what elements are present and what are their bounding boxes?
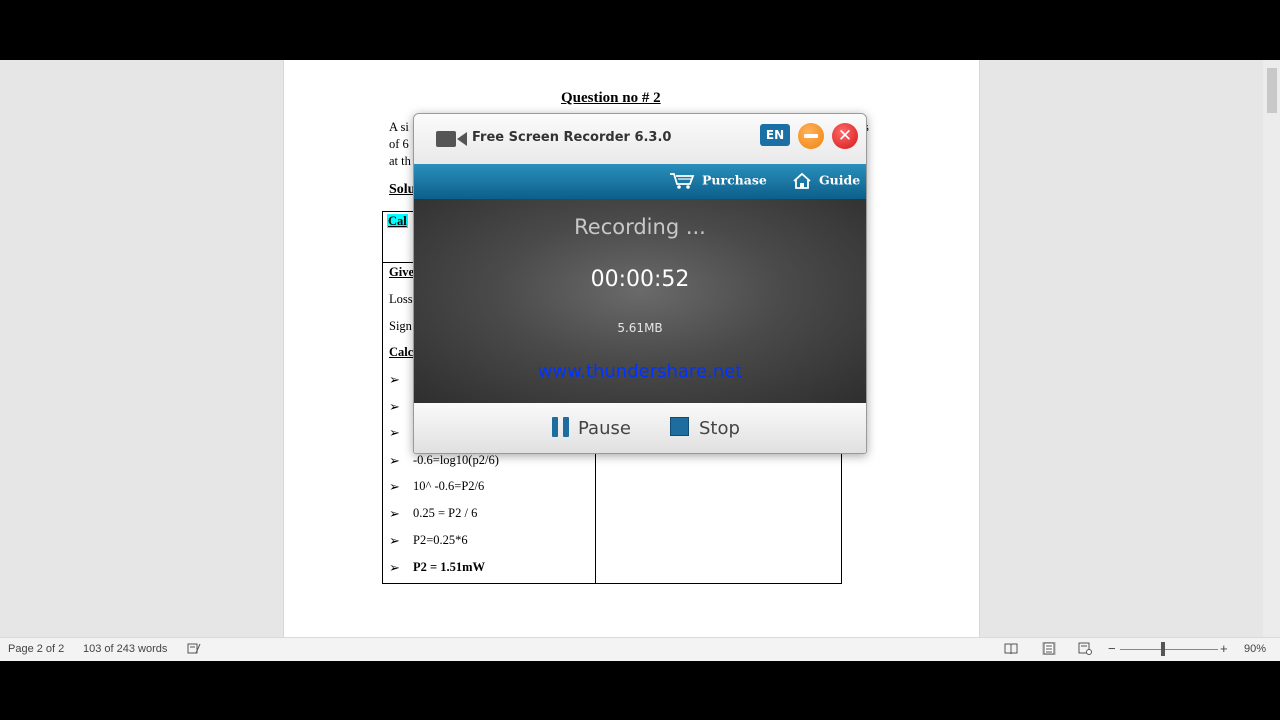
- table-header-highlight: Cal: [387, 214, 408, 228]
- calc-step-6: 0.25 = P2 / 6: [413, 506, 478, 520]
- guide-label: Guide: [819, 172, 861, 188]
- recorder-nav-bar: Purchase Guide: [414, 164, 866, 199]
- elapsed-time: 00:00:52: [590, 267, 690, 292]
- web-layout-icon[interactable]: [1078, 642, 1092, 655]
- zoom-slider-thumb[interactable]: [1161, 642, 1165, 656]
- given-line-signal: Sign: [389, 319, 412, 333]
- home-icon: [793, 172, 811, 189]
- zoom-in-button[interactable]: +: [1220, 641, 1228, 656]
- pause-label: Pause: [578, 418, 631, 439]
- recorder-controls: Pause Stop: [414, 403, 866, 453]
- video-camera-icon: [436, 131, 467, 147]
- word-count[interactable]: 103 of 243 words: [83, 643, 167, 655]
- question-line-3: at th: [389, 154, 411, 168]
- calc-step-5: 10^ -0.6=P2/6: [413, 479, 485, 493]
- given-line-loss: Loss: [389, 292, 413, 306]
- zoom-slider[interactable]: [1120, 649, 1218, 650]
- zoom-out-button[interactable]: −: [1108, 641, 1116, 656]
- bullet-icon: ➢: [389, 425, 400, 440]
- stop-icon: [670, 417, 689, 436]
- purchase-link[interactable]: Purchase: [669, 172, 767, 190]
- bullet-icon: ➢: [389, 533, 400, 548]
- recorder-status-panel: Recording ... 00:00:52 5.61MB www.thunde…: [414, 199, 866, 403]
- calc-step-result: P2 = 1.51mW: [413, 560, 486, 574]
- close-button[interactable]: ✕: [832, 123, 858, 149]
- language-button[interactable]: EN: [760, 124, 790, 146]
- proofing-icon[interactable]: [187, 642, 201, 655]
- bullet-icon: ➢: [389, 453, 400, 468]
- close-icon: ✕: [837, 126, 853, 146]
- guide-link[interactable]: Guide: [792, 172, 860, 190]
- stop-button[interactable]: Stop: [670, 417, 740, 439]
- bullet-icon: ➢: [389, 372, 400, 387]
- given-label: Give: [389, 265, 414, 279]
- read-mode-icon[interactable]: [1004, 642, 1018, 655]
- pause-button[interactable]: Pause: [552, 417, 631, 439]
- page-indicator[interactable]: Page 2 of 2: [8, 643, 64, 655]
- calc-step-4: -0.6=log10(p2/6): [413, 453, 499, 467]
- recording-status: Recording ...: [574, 215, 706, 239]
- recorder-title: Free Screen Recorder 6.3.0: [472, 130, 672, 145]
- print-layout-icon[interactable]: [1042, 642, 1056, 655]
- question-line-1: A si: [389, 120, 409, 134]
- pause-icon: [552, 417, 570, 437]
- website-link[interactable]: www.thundershare.net: [414, 361, 866, 382]
- recorder-titlebar[interactable]: Free Screen Recorder 6.3.0 EN ✕: [414, 114, 866, 164]
- stop-label: Stop: [699, 418, 740, 439]
- calc-step-7: P2=0.25*6: [413, 533, 468, 547]
- bullet-icon: ➢: [389, 560, 400, 575]
- bullet-icon: ➢: [389, 399, 400, 414]
- solution-label: Solu: [389, 182, 416, 197]
- calc-label: Calc: [389, 345, 414, 359]
- word-status-bar: Page 2 of 2 103 of 243 words − + 90%: [0, 637, 1280, 661]
- bullet-icon: ➢: [389, 479, 400, 494]
- question-heading: Question no # 2: [561, 90, 661, 106]
- minimize-button[interactable]: [798, 123, 824, 149]
- scrollbar-thumb[interactable]: [1267, 68, 1277, 113]
- bullet-icon: ➢: [389, 506, 400, 521]
- question-line-2: of 6: [389, 137, 409, 151]
- vertical-scrollbar[interactable]: [1263, 60, 1280, 637]
- file-size: 5.61MB: [617, 321, 663, 335]
- screen-recorder-window[interactable]: Free Screen Recorder 6.3.0 EN ✕ Purchase…: [413, 113, 867, 454]
- shopping-cart-icon: [670, 173, 695, 189]
- zoom-level[interactable]: 90%: [1244, 643, 1266, 655]
- purchase-label: Purchase: [702, 172, 767, 188]
